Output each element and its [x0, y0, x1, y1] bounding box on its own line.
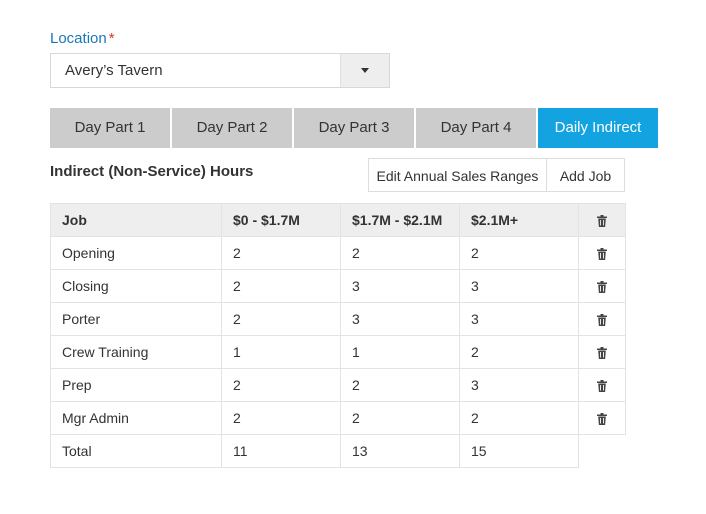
- table-header-row: Job $0 - $1.7M $1.7M - $2.1M $2.1M+: [50, 203, 626, 237]
- job-name: Closing: [50, 269, 222, 303]
- required-mark: *: [108, 30, 115, 47]
- column-header-range-2: $1.7M - $2.1M: [340, 203, 460, 237]
- table-row: Crew Training 1 1 2: [50, 335, 626, 369]
- trash-icon: [597, 281, 607, 294]
- column-header-range-1: $0 - $1.7M: [221, 203, 341, 237]
- total-empty-cell: [579, 435, 626, 468]
- trash-icon: [597, 248, 607, 261]
- delete-row-button[interactable]: [578, 269, 626, 303]
- delete-row-button[interactable]: [578, 401, 626, 435]
- tab-day-part-4[interactable]: Day Part 4: [416, 108, 536, 148]
- hours-range-1[interactable]: 2: [221, 269, 341, 303]
- tab-day-part-2[interactable]: Day Part 2: [172, 108, 292, 148]
- tab-day-part-3[interactable]: Day Part 3: [294, 108, 414, 148]
- job-name: Prep: [50, 368, 222, 402]
- table-row: Closing 2 3 3: [50, 269, 626, 303]
- tab-daily-indirect[interactable]: Daily Indirect: [538, 108, 658, 148]
- hours-range-1[interactable]: 2: [221, 368, 341, 402]
- job-name: Crew Training: [50, 335, 222, 369]
- total-row: Total 11 13 15: [50, 434, 626, 468]
- trash-icon: [597, 413, 607, 426]
- location-label-text: Location: [50, 30, 107, 47]
- edit-annual-sales-ranges-button[interactable]: Edit Annual Sales Ranges: [368, 158, 547, 192]
- column-header-delete: [578, 203, 626, 237]
- delete-row-button[interactable]: [578, 335, 626, 369]
- location-select-toggle[interactable]: [340, 54, 389, 87]
- delete-row-button[interactable]: [578, 368, 626, 402]
- hours-range-3[interactable]: 2: [459, 335, 579, 369]
- location-select-value: Avery’s Tavern: [65, 62, 163, 79]
- section-title: Indirect (Non-Service) Hours: [50, 163, 254, 180]
- tab-day-part-1[interactable]: Day Part 1: [50, 108, 170, 148]
- trash-icon: [597, 215, 607, 228]
- add-job-button[interactable]: Add Job: [546, 158, 625, 192]
- job-name: Mgr Admin: [50, 401, 222, 435]
- hours-range-2[interactable]: 3: [340, 302, 460, 336]
- column-header-range-3: $2.1M+: [459, 203, 579, 237]
- location-label: Location *: [50, 30, 115, 47]
- delete-row-button[interactable]: [578, 302, 626, 336]
- caret-down-icon: [361, 68, 369, 73]
- hours-range-1[interactable]: 2: [221, 236, 341, 270]
- hours-range-3[interactable]: 3: [459, 302, 579, 336]
- table-row: Mgr Admin 2 2 2: [50, 401, 626, 435]
- total-range-2: 13: [340, 434, 460, 468]
- hours-range-1[interactable]: 2: [221, 401, 341, 435]
- total-range-1: 11: [221, 434, 341, 468]
- hours-range-1[interactable]: 1: [221, 335, 341, 369]
- total-label: Total: [50, 434, 222, 468]
- indirect-hours-table: Job $0 - $1.7M $1.7M - $2.1M $2.1M+ Open…: [50, 203, 626, 468]
- trash-icon: [597, 314, 607, 327]
- trash-icon: [597, 380, 607, 393]
- hours-range-3[interactable]: 3: [459, 368, 579, 402]
- hours-range-1[interactable]: 2: [221, 302, 341, 336]
- hours-range-2[interactable]: 1: [340, 335, 460, 369]
- hours-range-2[interactable]: 2: [340, 368, 460, 402]
- table-row: Porter 2 3 3: [50, 302, 626, 336]
- job-name: Opening: [50, 236, 222, 270]
- table-row: Prep 2 2 3: [50, 368, 626, 402]
- job-name: Porter: [50, 302, 222, 336]
- location-select[interactable]: Avery’s Tavern: [50, 53, 390, 88]
- hours-range-2[interactable]: 3: [340, 269, 460, 303]
- delete-row-button[interactable]: [578, 236, 626, 270]
- total-range-3: 15: [459, 434, 579, 468]
- column-header-job: Job: [50, 203, 222, 237]
- hours-range-3[interactable]: 3: [459, 269, 579, 303]
- table-row: Opening 2 2 2: [50, 236, 626, 270]
- hours-range-2[interactable]: 2: [340, 401, 460, 435]
- hours-range-3[interactable]: 2: [459, 236, 579, 270]
- hours-range-2[interactable]: 2: [340, 236, 460, 270]
- trash-icon: [597, 347, 607, 360]
- hours-range-3[interactable]: 2: [459, 401, 579, 435]
